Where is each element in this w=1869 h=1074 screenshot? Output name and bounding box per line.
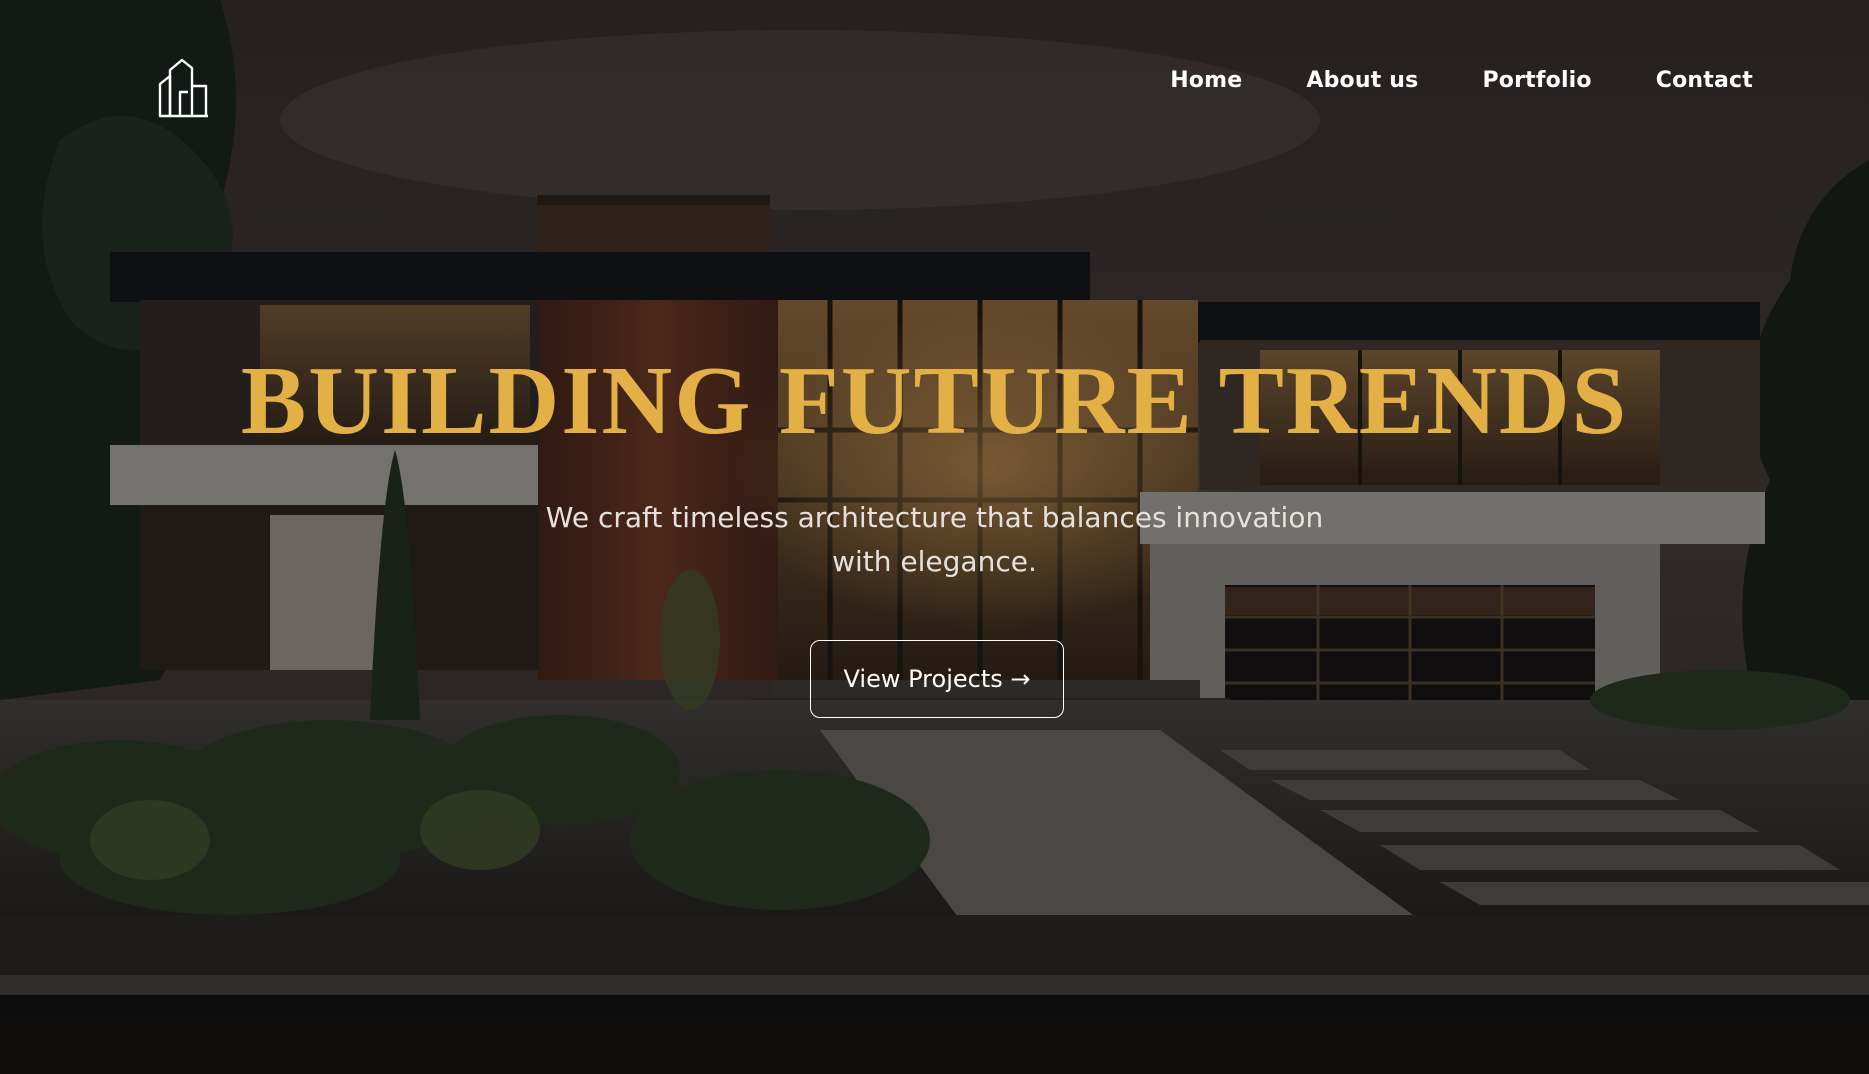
main-nav: Home About us Portfolio Contact	[1170, 68, 1753, 93]
nav-link-portfolio[interactable]: Portfolio	[1482, 68, 1591, 93]
view-projects-button[interactable]: View Projects →	[810, 640, 1064, 718]
nav-link-contact[interactable]: Contact	[1656, 68, 1753, 93]
hero-section: Home About us Portfolio Contact BUILDING…	[0, 0, 1869, 1074]
hero-headline: BUILDING FUTURE TRENDS	[240, 347, 1629, 455]
nav-link-about-us[interactable]: About us	[1306, 68, 1418, 93]
buildings-logo-icon[interactable]	[158, 56, 210, 118]
nav-link-home[interactable]: Home	[1170, 68, 1242, 93]
hero-subheadline: We craft timeless architecture that bala…	[545, 501, 1324, 578]
